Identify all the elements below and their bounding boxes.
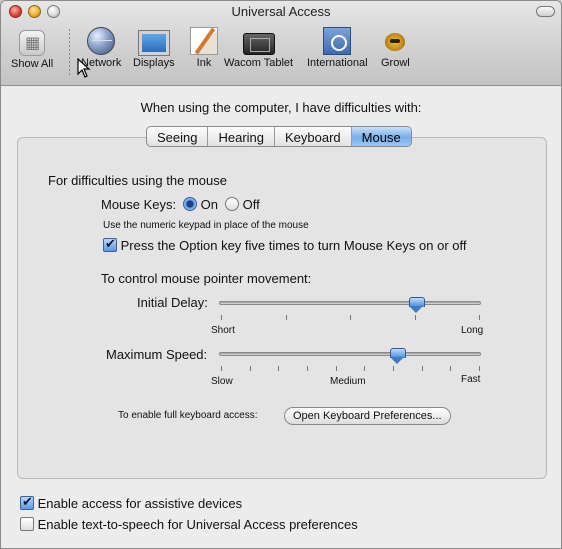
toolbar-label: Wacom Tablet [224, 57, 294, 69]
slider-tick [393, 366, 394, 371]
text-to-speech-checkbox[interactable]: Enable text-to-speech for Universal Acce… [20, 517, 358, 532]
slider-tick [221, 315, 222, 320]
tab-seeing[interactable]: Seeing [147, 127, 209, 146]
slider-tick [450, 366, 452, 371]
slider-tick [421, 366, 423, 371]
assistive-devices-checkbox[interactable]: Enable access for assistive devices [20, 494, 243, 511]
slider-tick [414, 315, 416, 320]
toolbar-label: Displays [133, 57, 175, 69]
option-key-checkbox[interactable]: Press the Option key five times to turn … [103, 236, 467, 253]
checkbox-indicator[interactable] [20, 517, 34, 531]
toolbar-international[interactable]: International [307, 27, 368, 69]
checkbox-indicator[interactable] [103, 236, 117, 252]
max-speed-min-label: Slow [211, 376, 233, 387]
slider-tick [249, 366, 251, 371]
initial-delay-max-label: Long [461, 325, 484, 336]
slider-tick [479, 366, 480, 371]
slider-tick [364, 366, 366, 371]
keyboard-access-label: To enable full keyboard access: [118, 410, 258, 421]
toolbar-show-all[interactable]: Show All [11, 27, 53, 70]
toolbar-growl[interactable]: Growl [381, 27, 410, 69]
window-title: Universal Access [231, 4, 331, 19]
on-label: On [200, 197, 218, 212]
tablet-icon [242, 33, 275, 55]
max-speed-mid-label: Medium [330, 376, 366, 387]
toolbar-ink[interactable]: Ink [190, 27, 218, 69]
mouse-keys-hint: Use the numeric keypad in place of the m… [103, 220, 309, 231]
ink-icon [190, 27, 218, 55]
open-keyboard-preferences-button[interactable]: Open Keyboard Preferences... [284, 407, 451, 425]
toolbar-label: International [307, 57, 368, 69]
globe-icon [87, 27, 116, 55]
toolbar-toggle-button[interactable] [536, 6, 555, 17]
difficulties-heading: When using the computer, I have difficul… [140, 100, 422, 115]
mouse-keys-off-radio[interactable]: Off [225, 197, 260, 212]
mouse-tab-panel: For difficulties using the mouse Mouse K… [17, 137, 547, 479]
option-key-label: Press the Option key five times to turn … [120, 238, 467, 253]
max-speed-slider-track[interactable] [219, 352, 481, 356]
toolbar-label: Ink [196, 57, 212, 69]
off-label: Off [242, 197, 260, 212]
slider-tick [285, 315, 287, 320]
toolbar-label: Growl [381, 57, 410, 69]
max-speed-slider-thumb[interactable] [390, 348, 407, 364]
assistive-devices-label: Enable access for assistive devices [37, 496, 243, 511]
tab-keyboard[interactable]: Keyboard [275, 127, 352, 146]
flag-icon [323, 27, 352, 55]
difficulty-tabs: Seeing Hearing Keyboard Mouse [146, 126, 412, 147]
toolbar-label: Show All [11, 58, 54, 70]
toolbar-separator [69, 29, 70, 77]
section-title: For difficulties using the mouse [48, 173, 227, 188]
checkbox-indicator[interactable] [20, 494, 34, 510]
radio-on-indicator[interactable] [183, 197, 197, 211]
slider-tick [479, 315, 480, 320]
tab-hearing[interactable]: Hearing [208, 127, 276, 146]
display-icon [137, 30, 170, 56]
mouse-keys-label: Mouse Keys: [101, 197, 177, 212]
initial-delay-label: Initial Delay: [137, 295, 208, 310]
mouse-keys-on-radio[interactable]: On [183, 197, 218, 212]
apple-grid-icon [19, 30, 46, 56]
slider-tick [350, 315, 351, 320]
slider-tick [307, 366, 308, 371]
initial-delay-slider-thumb[interactable] [408, 297, 425, 313]
toolbar-wacom-tablet[interactable]: Wacom Tablet [224, 27, 293, 69]
pointer-heading: To control mouse pointer movement: [101, 271, 312, 286]
max-speed-label: Maximum Speed: [106, 347, 208, 362]
initial-delay-slider-track[interactable] [219, 301, 481, 305]
toolbar-displays[interactable]: Displays [133, 27, 175, 69]
tab-mouse[interactable]: Mouse [351, 127, 411, 146]
radio-off-indicator[interactable] [225, 197, 239, 211]
growl-icon [381, 27, 409, 55]
max-speed-max-label: Fast [461, 374, 481, 385]
slider-tick [221, 366, 222, 371]
slider-tick [335, 366, 337, 371]
universal-access-window: Universal Access Show All Network Displa… [0, 0, 562, 549]
text-to-speech-label: Enable text-to-speech for Universal Acce… [37, 517, 358, 532]
slider-tick [278, 366, 280, 371]
initial-delay-min-label: Short [211, 325, 235, 336]
